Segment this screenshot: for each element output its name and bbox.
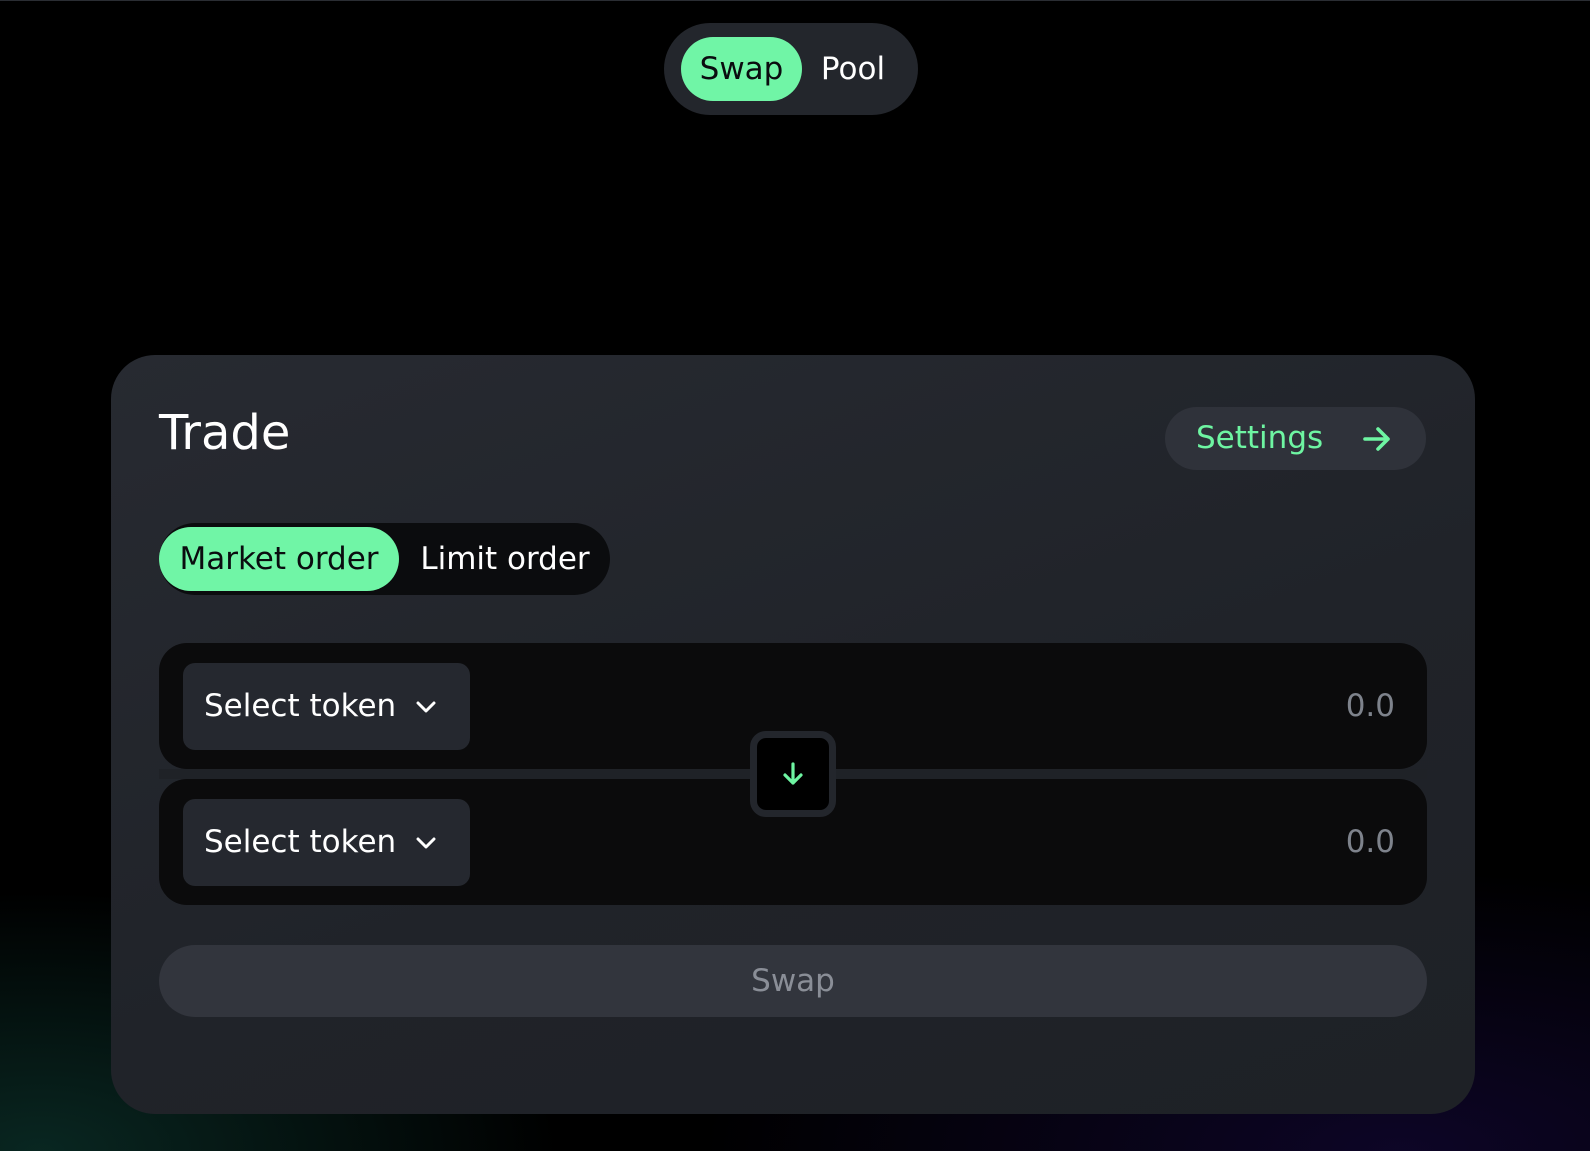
from-token-select[interactable]: Select token	[183, 663, 470, 750]
switch-tokens-button[interactable]	[750, 731, 836, 817]
order-type-toggle: Market order Limit order	[159, 523, 610, 595]
tab-pool[interactable]: Pool	[804, 37, 902, 101]
trade-card: Trade Settings Market order Limit order …	[111, 355, 1475, 1114]
top-border	[0, 0, 1590, 1]
nav-toggle: Swap Pool	[664, 23, 918, 115]
from-amount-input[interactable]	[1095, 671, 1395, 741]
swap-submit-button[interactable]: Swap	[159, 945, 1427, 1017]
page-title: Trade	[159, 405, 291, 461]
chevron-down-icon	[416, 701, 436, 713]
from-token-label: Select token	[204, 688, 397, 724]
tab-limit-order[interactable]: Limit order	[407, 527, 603, 591]
to-token-select[interactable]: Select token	[183, 799, 470, 886]
to-token-label: Select token	[204, 824, 397, 860]
arrow-right-icon	[1363, 427, 1390, 451]
settings-button[interactable]: Settings	[1165, 407, 1426, 470]
chevron-down-icon	[416, 837, 436, 849]
arrow-down-icon	[783, 762, 803, 785]
tab-swap[interactable]: Swap	[681, 37, 802, 101]
to-amount-input[interactable]	[1095, 807, 1395, 877]
settings-label: Settings	[1196, 420, 1324, 456]
tab-market-order[interactable]: Market order	[159, 527, 399, 591]
